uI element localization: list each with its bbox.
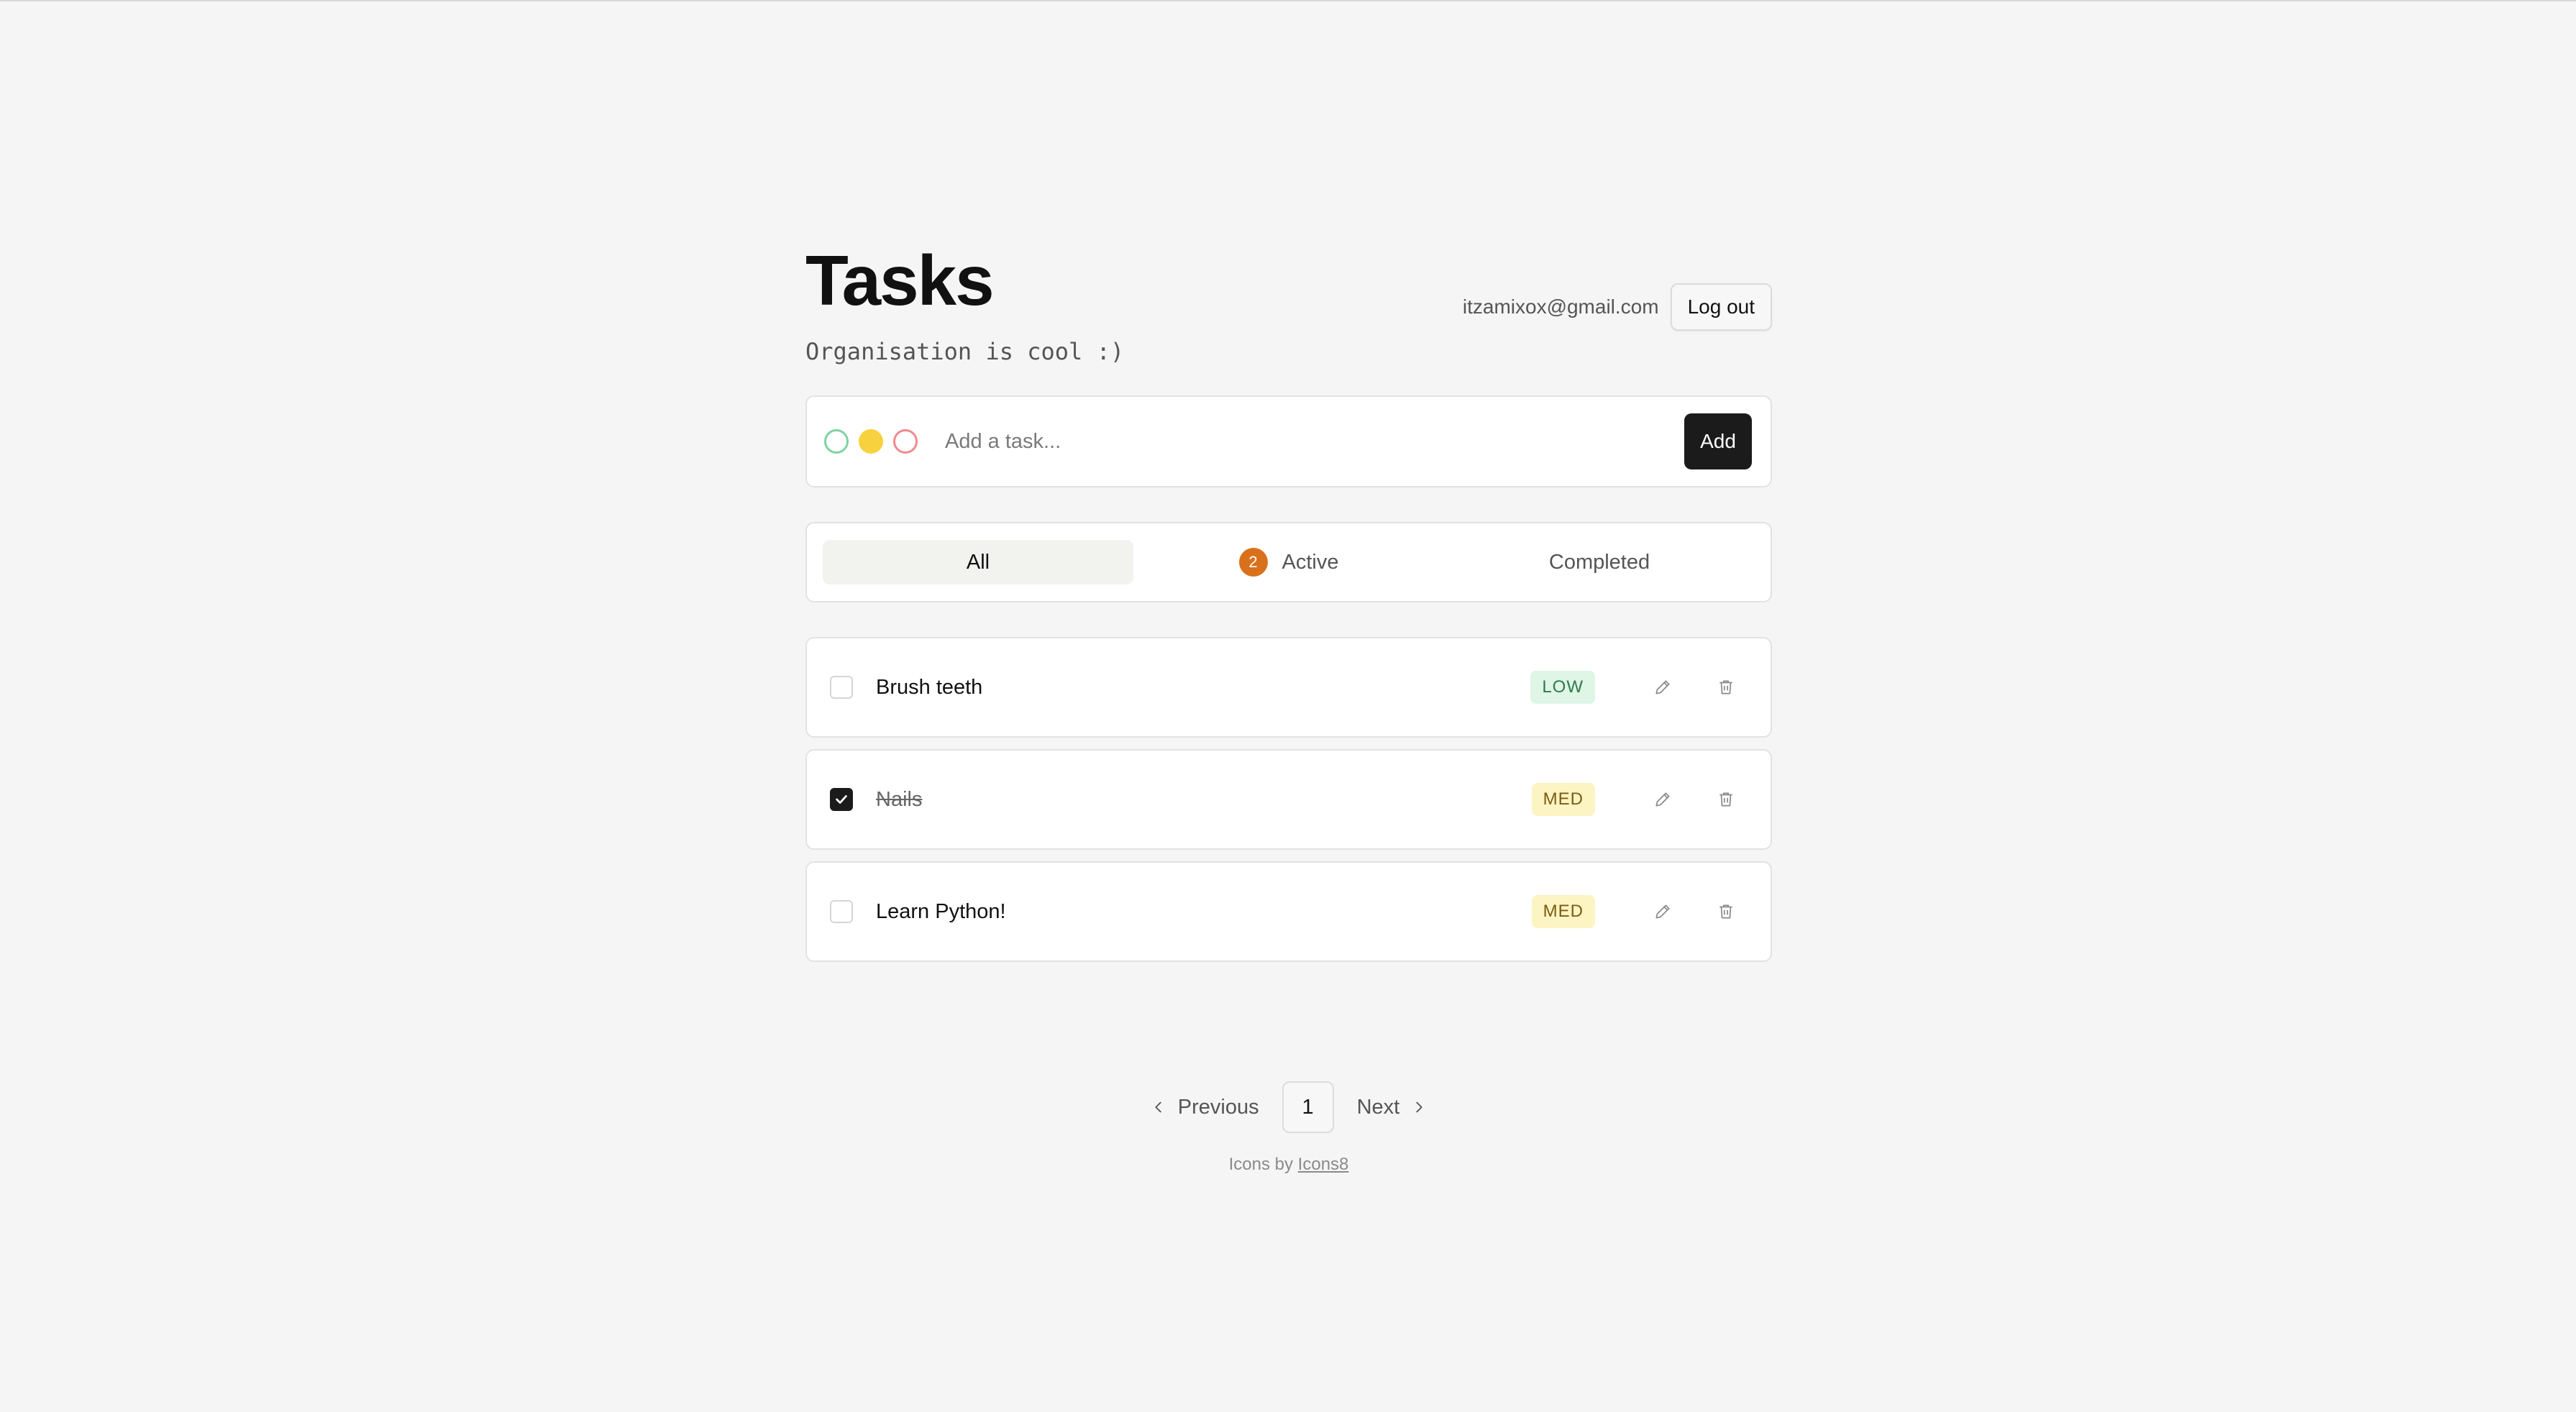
next-page-button[interactable]: Next <box>1357 1096 1428 1119</box>
priority-med-option[interactable] <box>859 429 883 454</box>
delete-task-button[interactable] <box>1710 671 1742 703</box>
edit-task-button[interactable] <box>1647 896 1678 927</box>
pencil-icon <box>1655 792 1670 807</box>
page-header: Tasks Organisation is cool :) itzamixox@… <box>805 237 1772 372</box>
previous-page-button[interactable]: Previous <box>1151 1096 1259 1119</box>
edit-task-button[interactable] <box>1647 671 1678 703</box>
delete-task-button[interactable] <box>1710 896 1742 927</box>
current-page-button[interactable]: 1 <box>1282 1081 1334 1133</box>
task-input[interactable] <box>944 428 1684 454</box>
tab-active-label: Active <box>1282 550 1339 574</box>
task-row: Nails MED <box>805 749 1772 850</box>
page-subtitle: Organisation is cool :) <box>805 338 1125 365</box>
task-title: Brush teeth <box>876 675 983 699</box>
chevron-left-icon <box>1155 1101 1161 1113</box>
edit-task-button[interactable] <box>1647 784 1678 815</box>
account-email: itzamixox@gmail.com <box>1462 295 1659 318</box>
top-border <box>0 0 2576 1</box>
priority-badge: MED <box>1531 783 1595 816</box>
task-checkbox[interactable] <box>830 900 853 923</box>
task-checkbox[interactable] <box>830 788 853 811</box>
checkmark-icon <box>836 795 847 804</box>
pagination: Previous 1 Next <box>805 1081 1772 1133</box>
footer-prefix: Icons by <box>1228 1155 1293 1174</box>
tab-active[interactable]: 2 Active <box>1133 540 1444 584</box>
trash-icon <box>1719 792 1732 807</box>
logout-button[interactable]: Log out <box>1670 283 1772 331</box>
previous-page-label: Previous <box>1177 1095 1259 1119</box>
priority-badge: LOW <box>1530 671 1595 704</box>
footer-credit: Icons by Icons8 <box>805 1155 1772 1175</box>
add-task-button[interactable]: Add <box>1684 413 1752 469</box>
chevron-right-icon <box>1416 1101 1422 1113</box>
trash-icon <box>1719 904 1732 919</box>
tab-completed-label: Completed <box>1548 550 1650 574</box>
task-row: Brush teeth LOW <box>805 637 1772 738</box>
next-page-label: Next <box>1356 1095 1400 1119</box>
add-task-form: Add <box>805 395 1772 487</box>
priority-badge: MED <box>1531 895 1595 928</box>
delete-task-button[interactable] <box>1710 784 1742 815</box>
tab-all[interactable]: All <box>823 540 1133 584</box>
task-checkbox[interactable] <box>830 676 853 699</box>
pencil-icon <box>1655 904 1670 919</box>
filter-tabs: All 2 Active Completed <box>805 522 1772 602</box>
account-area: itzamixox@gmail.com Log out <box>1463 283 1772 331</box>
tab-all-label: All <box>966 550 990 574</box>
active-count-badge: 2 <box>1238 548 1268 577</box>
page-title: Tasks <box>805 241 995 320</box>
task-list: Brush teeth LOW Nails MED Learn Python! … <box>805 637 1772 962</box>
priority-high-option[interactable] <box>893 429 918 454</box>
trash-icon <box>1719 680 1732 694</box>
icons8-link[interactable]: Icons8 <box>1298 1155 1349 1174</box>
task-title: Learn Python! <box>876 899 1006 923</box>
pencil-icon <box>1655 680 1670 694</box>
priority-low-option[interactable] <box>824 429 849 454</box>
app-container: Tasks Organisation is cool :) itzamixox@… <box>805 237 1772 1175</box>
task-row: Learn Python! MED <box>805 861 1772 962</box>
task-title: Nails <box>876 787 923 811</box>
tab-completed[interactable]: Completed <box>1444 540 1755 584</box>
